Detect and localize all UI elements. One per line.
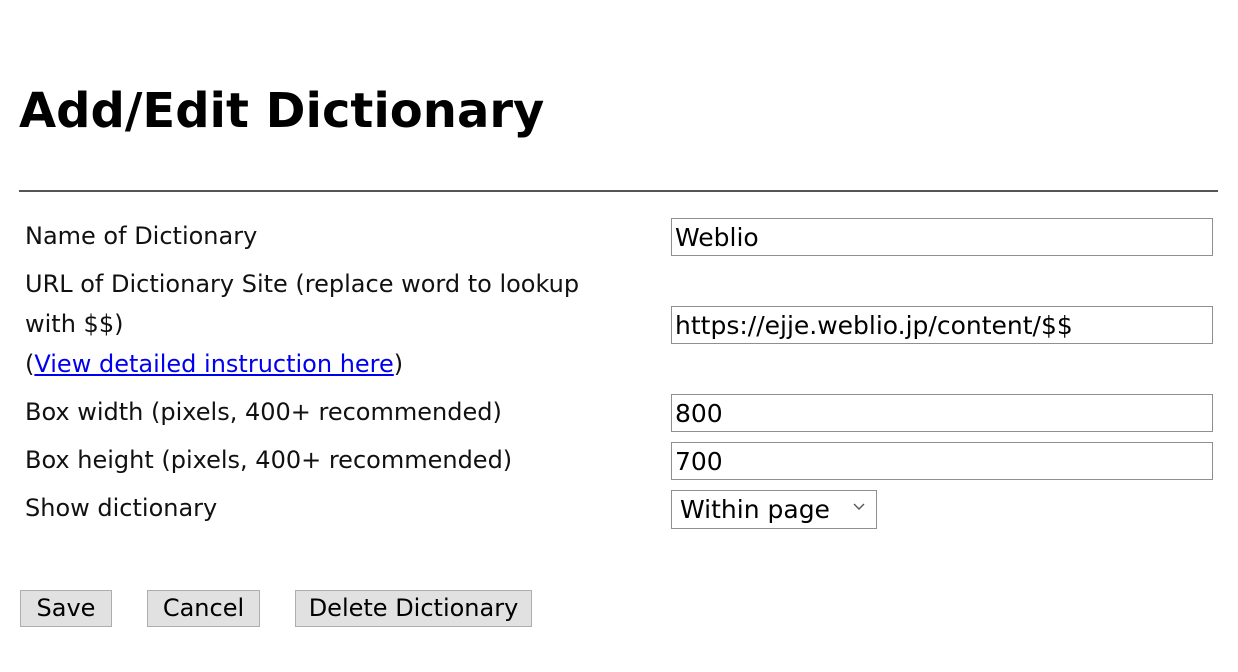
save-button[interactable]: Save	[20, 590, 112, 627]
add-edit-dictionary-dialog: Add/Edit Dictionary Name of Dictionary U…	[0, 0, 1238, 672]
page-title: Add/Edit Dictionary	[19, 83, 545, 139]
delete-dictionary-button[interactable]: Delete Dictionary	[295, 590, 532, 627]
width-input[interactable]	[671, 394, 1213, 432]
url-label: URL of Dictionary Site (replace word to …	[25, 264, 579, 384]
chevron-down-icon	[853, 503, 865, 510]
url-help-close: )	[393, 350, 404, 378]
url-help: (View detailed instruction here)	[25, 344, 579, 384]
url-label-line1: URL of Dictionary Site (replace word to …	[25, 270, 580, 298]
url-help-open: (	[25, 350, 35, 378]
url-input[interactable]	[671, 306, 1213, 344]
cancel-button[interactable]: Cancel	[147, 590, 260, 627]
instruction-link[interactable]: View detailed instruction here	[34, 350, 393, 378]
height-label: Box height (pixels, 400+ recommended)	[25, 446, 513, 474]
url-label-line2: with $$)	[25, 310, 124, 338]
name-input[interactable]	[671, 218, 1213, 256]
show-dictionary-select[interactable]: Within page	[671, 490, 877, 529]
title-divider	[19, 190, 1218, 192]
name-label: Name of Dictionary	[25, 222, 258, 250]
width-label: Box width (pixels, 400+ recommended)	[25, 398, 502, 426]
height-input[interactable]	[671, 442, 1213, 480]
show-dictionary-label: Show dictionary	[25, 494, 218, 522]
show-dictionary-selected: Within page	[680, 495, 830, 524]
